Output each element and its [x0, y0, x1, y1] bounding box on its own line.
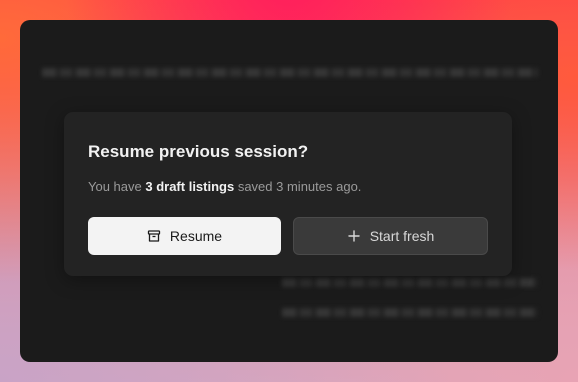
blurred-background-text	[282, 278, 538, 287]
start-fresh-button[interactable]: Start fresh	[293, 217, 488, 255]
draft-count: 3 draft listings	[145, 179, 235, 194]
archive-icon	[147, 229, 161, 243]
blurred-background-text	[42, 68, 538, 77]
plus-icon	[347, 229, 361, 243]
dialog-message: You have 3 draft listings saved 3 minute…	[88, 179, 361, 194]
start-fresh-button-label: Start fresh	[369, 228, 435, 244]
resume-button-label: Resume	[169, 228, 223, 244]
message-suffix: saved 3 minutes ago.	[234, 179, 362, 194]
resume-session-dialog: Resume previous session? You have 3 draf…	[64, 112, 512, 276]
blurred-background-text	[282, 308, 538, 317]
resume-button[interactable]: Resume	[88, 217, 281, 255]
message-prefix: You have	[88, 179, 146, 194]
dialog-title: Resume previous session?	[88, 142, 309, 161]
app-window: Resume previous session? You have 3 draf…	[20, 20, 558, 362]
